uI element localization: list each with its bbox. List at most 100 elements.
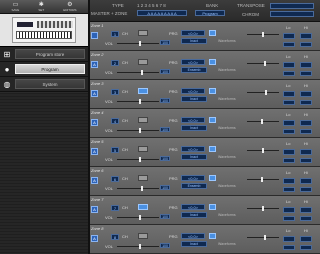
zone-active-toggle[interactable]: A <box>91 119 98 126</box>
volume-thumb[interactable] <box>139 215 141 220</box>
program-name[interactable]: Ensemb <box>181 67 207 73</box>
program-select-button[interactable] <box>209 30 216 36</box>
volume-thumb[interactable] <box>139 157 141 162</box>
hi-field[interactable] <box>300 236 312 242</box>
volume-slider[interactable] <box>117 244 159 249</box>
key-range-thumb[interactable] <box>262 32 264 37</box>
hi-secondary-field[interactable] <box>300 245 312 250</box>
lo-secondary-field[interactable] <box>283 129 295 134</box>
hi-secondary-field[interactable] <box>300 42 312 47</box>
transpose-field[interactable] <box>270 3 314 9</box>
toolbar-editors[interactable]: ⚙ EDITORS <box>63 2 76 12</box>
key-range-thumb[interactable] <box>260 177 263 182</box>
lo-field[interactable] <box>283 33 295 39</box>
key-range-slider[interactable] <box>247 177 279 182</box>
zone-switch[interactable] <box>138 233 148 239</box>
program-field[interactable]: <0.0> <box>181 59 205 65</box>
program-field[interactable]: <0.0> <box>181 117 205 123</box>
volume-value[interactable]: 100 <box>160 185 170 190</box>
hi-secondary-field[interactable] <box>300 129 312 134</box>
program-field[interactable]: <0.0> <box>181 146 205 152</box>
key-range-slider[interactable] <box>247 148 279 153</box>
volume-thumb[interactable] <box>141 186 143 191</box>
hi-field[interactable] <box>300 120 312 126</box>
lo-field[interactable] <box>283 91 295 97</box>
channel-field[interactable]: 4 <box>111 118 119 124</box>
hi-field[interactable] <box>300 91 312 97</box>
chrom-field[interactable] <box>270 11 314 17</box>
hi-secondary-field[interactable] <box>300 216 312 221</box>
volume-slider[interactable] <box>117 157 159 162</box>
channel-field[interactable]: 3 <box>111 89 119 95</box>
lo-field[interactable] <box>283 207 295 213</box>
key-range-slider[interactable] <box>247 90 279 95</box>
volume-thumb[interactable] <box>141 70 143 75</box>
nav-program-store[interactable]: ⊞ Program store <box>0 47 88 62</box>
channel-field[interactable]: 2 <box>111 60 119 66</box>
program-name[interactable]: Inact <box>181 154 207 160</box>
key-range-thumb[interactable] <box>260 119 263 124</box>
volume-thumb[interactable] <box>139 41 141 46</box>
channel-field[interactable]: 1 <box>111 31 119 37</box>
volume-thumb[interactable] <box>139 128 141 133</box>
hi-secondary-field[interactable] <box>300 187 312 192</box>
key-range-thumb[interactable] <box>263 61 266 66</box>
key-range-thumb[interactable] <box>265 90 267 95</box>
channel-field[interactable]: 8 <box>111 234 119 240</box>
nav-system[interactable]: ◍ System <box>0 77 88 92</box>
zone-switch[interactable] <box>138 59 148 65</box>
lo-secondary-field[interactable] <box>283 245 295 250</box>
hi-field[interactable] <box>300 178 312 184</box>
key-range-slider[interactable] <box>247 61 279 66</box>
zone-active-toggle[interactable]: A <box>91 177 98 184</box>
lo-secondary-field[interactable] <box>283 100 295 105</box>
volume-slider[interactable] <box>117 41 159 46</box>
zone-switch[interactable] <box>138 146 148 152</box>
volume-value[interactable]: 100 <box>160 156 170 161</box>
zone-switch[interactable] <box>138 30 148 36</box>
program-field[interactable]: <0.0> <box>181 88 205 94</box>
volume-slider[interactable] <box>117 70 159 75</box>
lo-secondary-field[interactable] <box>283 158 295 163</box>
toolbar-save[interactable]: ▭ SAVE <box>12 2 20 12</box>
hi-field[interactable] <box>300 62 312 68</box>
program-select-button[interactable] <box>209 117 216 123</box>
key-range-slider[interactable] <box>247 235 279 240</box>
program-select-button[interactable] <box>209 204 216 210</box>
lo-field[interactable] <box>283 236 295 242</box>
lo-secondary-field[interactable] <box>283 187 295 192</box>
zone-switch[interactable] <box>138 175 148 181</box>
zone-active-toggle[interactable]: A <box>91 206 98 213</box>
volume-value[interactable]: 100 <box>160 214 170 219</box>
key-range-thumb[interactable] <box>262 148 264 153</box>
program-select-button[interactable] <box>209 146 216 152</box>
program-name[interactable]: Inact <box>181 96 207 102</box>
zone-switch[interactable] <box>138 88 148 94</box>
key-range-thumb[interactable] <box>263 235 266 240</box>
lo-field[interactable] <box>283 149 295 155</box>
volume-value[interactable]: 100 <box>160 243 170 248</box>
bank-field[interactable]: Program <box>195 10 225 16</box>
program-select-button[interactable] <box>209 175 216 181</box>
program-field[interactable]: <0.0> <box>181 233 205 239</box>
zone-state-field[interactable]: A A A A A A A A A <box>137 10 187 16</box>
hi-field[interactable] <box>300 207 312 213</box>
program-select-button[interactable] <box>209 59 216 65</box>
hi-field[interactable] <box>300 149 312 155</box>
program-field[interactable]: <0.0> <box>181 30 205 36</box>
key-range-slider[interactable] <box>247 119 279 124</box>
program-select-button[interactable] <box>209 233 216 239</box>
channel-field[interactable]: 5 <box>111 147 119 153</box>
volume-value[interactable]: 100 <box>160 98 170 103</box>
hi-secondary-field[interactable] <box>300 100 312 105</box>
hi-secondary-field[interactable] <box>300 71 312 76</box>
key-range-thumb[interactable] <box>262 206 264 211</box>
zone-switch[interactable] <box>138 117 148 123</box>
program-select-button[interactable] <box>209 88 216 94</box>
program-name[interactable]: Inact <box>181 38 207 44</box>
program-name[interactable]: Ensemb <box>181 183 207 189</box>
volume-slider[interactable] <box>117 215 159 220</box>
lo-field[interactable] <box>283 62 295 68</box>
volume-slider[interactable] <box>117 99 159 104</box>
zone-active-toggle[interactable]: A <box>91 90 98 97</box>
